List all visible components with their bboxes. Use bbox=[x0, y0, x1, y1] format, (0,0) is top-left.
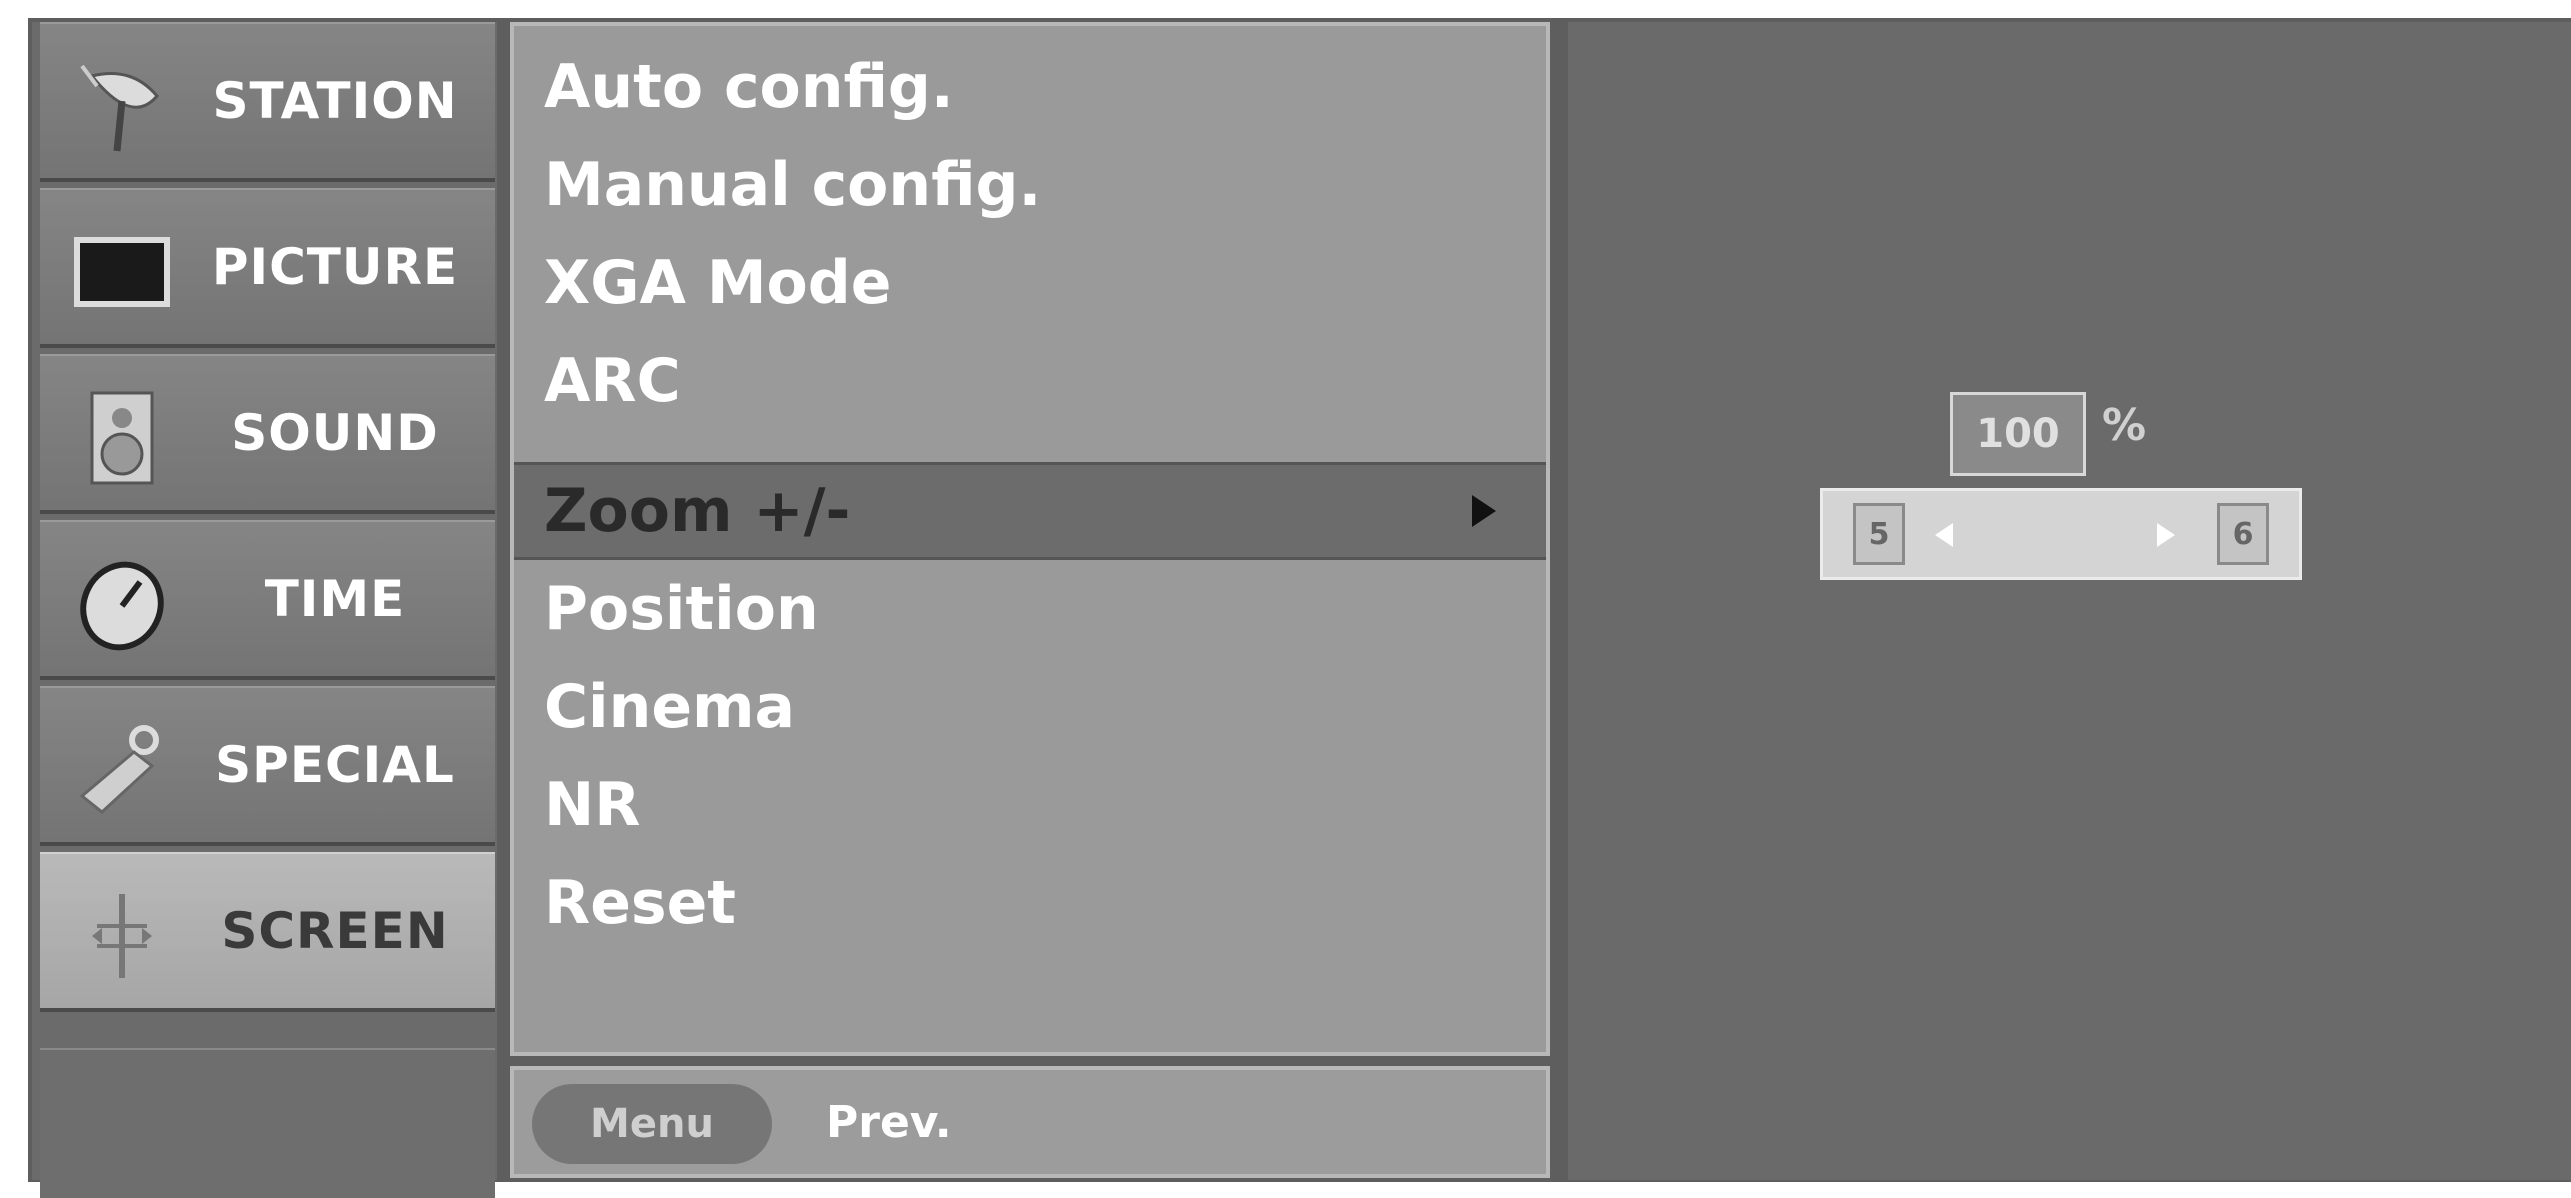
monitor-icon bbox=[74, 237, 170, 307]
menu-item-label: Cinema bbox=[544, 672, 796, 742]
right-arrow-icon bbox=[2157, 523, 2175, 547]
zoom-unit: % bbox=[2102, 400, 2147, 451]
zoom-value-box: 100 bbox=[1950, 392, 2086, 476]
sidebar-item-label: TIME bbox=[264, 570, 406, 628]
menu-item-label: Position bbox=[544, 574, 819, 644]
screen-submenu: Auto config. Manual config. XGA Mode ARC… bbox=[510, 22, 1550, 1056]
zoom-slider[interactable]: 5 6 bbox=[1820, 488, 2302, 580]
sidebar-item-label: SPECIAL bbox=[215, 736, 455, 794]
menu-item-label: Auto config. bbox=[544, 52, 954, 122]
menu-item-label: Zoom +/- bbox=[544, 476, 851, 546]
submenu-arrow-icon bbox=[1472, 495, 1496, 527]
menu-item-zoom[interactable]: Zoom +/- bbox=[514, 462, 1546, 560]
menu-item-auto-config[interactable]: Auto config. bbox=[514, 38, 1546, 136]
sidebar-item-picture[interactable]: PICTURE bbox=[40, 188, 495, 348]
sidebar-item-label: SOUND bbox=[231, 404, 439, 462]
sidebar-item-time[interactable]: TIME bbox=[40, 520, 495, 680]
screen-adjust-icon bbox=[92, 894, 152, 978]
prev-label: Prev. bbox=[826, 1096, 952, 1148]
menu-item-label: Reset bbox=[544, 868, 736, 938]
menu-item-label: ARC bbox=[544, 346, 681, 416]
menu-item-nr[interactable]: NR bbox=[514, 756, 1546, 854]
satellite-dish-icon bbox=[80, 64, 159, 152]
menu-item-arc[interactable]: ARC bbox=[514, 332, 1546, 430]
sidebar-item-special[interactable]: SPECIAL bbox=[40, 686, 495, 846]
menu-button[interactable]: Menu bbox=[532, 1084, 772, 1164]
menu-item-cinema[interactable]: Cinema bbox=[514, 658, 1546, 756]
sidebar-item-label: SCREEN bbox=[221, 902, 449, 960]
left-arrow-icon bbox=[1935, 523, 1953, 547]
menu-item-label: NR bbox=[544, 770, 641, 840]
key-tag-icon bbox=[79, 725, 159, 814]
sidebar-item-station[interactable]: STATION bbox=[40, 22, 495, 182]
menu-item-position[interactable]: Position bbox=[514, 560, 1546, 658]
sidebar-item-label: STATION bbox=[212, 72, 458, 130]
category-sidebar: STATION PICTURE SOUND TIME SPECIAL SCREE… bbox=[32, 22, 497, 1198]
sidebar-empty-slot bbox=[40, 1048, 495, 1198]
zoom-increase-key[interactable]: 6 bbox=[2217, 503, 2269, 565]
menu-footer: Menu Prev. bbox=[510, 1066, 1550, 1178]
sidebar-item-sound[interactable]: SOUND bbox=[40, 354, 495, 514]
clock-icon bbox=[80, 561, 164, 651]
menu-item-reset[interactable]: Reset bbox=[514, 854, 1546, 952]
menu-item-manual-config[interactable]: Manual config. bbox=[514, 136, 1546, 234]
menu-item-label: Manual config. bbox=[544, 150, 1042, 220]
menu-item-xga-mode[interactable]: XGA Mode bbox=[514, 234, 1546, 332]
sidebar-item-label: PICTURE bbox=[211, 238, 459, 296]
sidebar-item-screen[interactable]: SCREEN bbox=[40, 852, 495, 1012]
menu-item-label: XGA Mode bbox=[544, 248, 892, 318]
zoom-decrease-key[interactable]: 5 bbox=[1853, 503, 1905, 565]
speaker-icon bbox=[90, 391, 154, 485]
preview-panel bbox=[1568, 22, 2571, 1180]
